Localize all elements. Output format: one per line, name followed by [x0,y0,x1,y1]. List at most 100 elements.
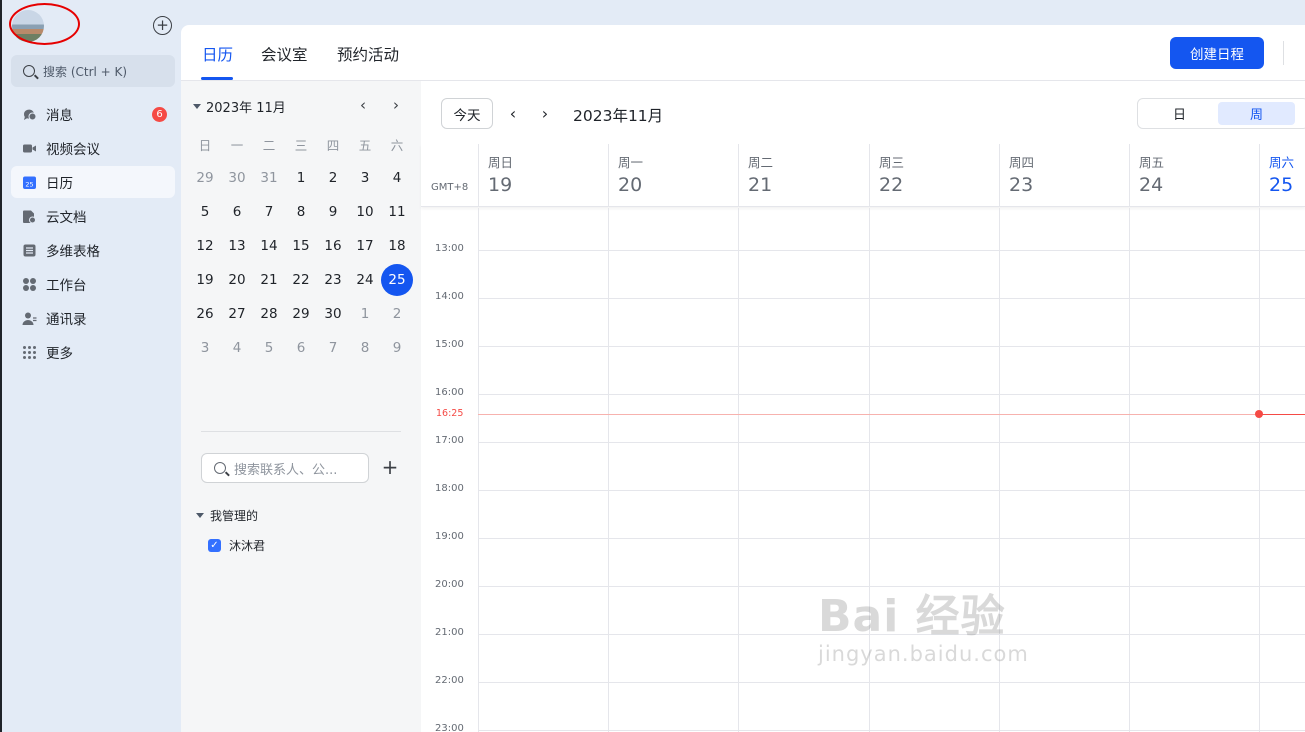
current-period: 2023年11月 [573,107,664,125]
mini-day[interactable]: 8 [349,331,381,365]
calendar-icon: 25 [22,175,37,190]
mini-day[interactable]: 5 [189,195,221,229]
day-number: 24 [1139,174,1164,196]
tab-booking[interactable]: 预约活动 [337,43,399,65]
mini-day[interactable]: 7 [253,195,285,229]
mini-day[interactable]: 3 [189,331,221,365]
column-divider [738,208,739,732]
sidebar-item-workplace[interactable]: 工作台 [11,268,175,300]
global-search-input[interactable]: 搜索 (Ctrl + K) [11,55,175,87]
week-row: 3456789 [189,331,413,365]
hour-line [478,490,1305,491]
mini-day[interactable]: 13 [221,229,253,263]
mini-day[interactable]: 31 [253,161,285,195]
mini-day[interactable]: 24 [349,263,381,297]
mini-day[interactable]: 9 [317,195,349,229]
sidebar-item-base[interactable]: 多维表格 [11,234,175,266]
mini-day[interactable]: 14 [253,229,285,263]
mini-day[interactable]: 15 [285,229,317,263]
next-week-icon[interactable]: › [535,103,555,123]
hour-label: 17:00 [435,435,464,446]
active-tab-indicator [201,77,233,80]
view-week-option[interactable]: 周 [1218,102,1295,125]
sidebar-item-label: 视频会议 [46,142,100,158]
create-event-button[interactable]: 创建日程 [1170,37,1264,69]
mini-calendar-panel: 2023年 11月 ‹ › 日一二三四五六 29 30 31 1 2 3 4 5 6 7 8 9 10 11… [181,81,421,732]
mini-day[interactable]: 17 [349,229,381,263]
week-row: 5 6 7 8 9 10 11 [189,195,413,229]
mini-day[interactable]: 6 [221,195,253,229]
mini-day[interactable]: 19 [189,263,221,297]
sidebar-item-contacts[interactable]: 通讯录 [11,302,175,334]
video-camera-icon [22,141,37,156]
column-divider [1129,208,1130,732]
sidebar-item-docs[interactable]: 云文档 [11,200,175,232]
day-column-header[interactable]: 周四 23 [999,144,1129,207]
mini-day-today[interactable]: 25 [381,263,413,297]
weekday-label: 四 [326,137,340,153]
day-number: 22 [879,174,904,196]
day-column-header[interactable]: 周六 25 [1259,144,1305,207]
mini-day[interactable]: 21 [253,263,285,297]
mini-day[interactable]: 18 [381,229,413,263]
managed-section-header[interactable]: 我管理的 [196,507,258,524]
day-column-header[interactable]: 周日 19 [478,144,608,207]
prev-week-icon[interactable]: ‹ [503,103,523,123]
sidebar-item-label: 消息 [46,108,73,124]
day-name: 周五 [1139,155,1165,170]
mini-day[interactable]: 26 [189,297,221,331]
mini-day[interactable]: 6 [285,331,317,365]
tab-calendar[interactable]: 日历 [202,43,233,65]
mini-day[interactable]: 4 [381,161,413,195]
sidebar-item-calendar[interactable]: 25 日历 [11,166,175,198]
mini-calendar-title[interactable]: 2023年 11月 [193,97,286,116]
mini-day[interactable]: 1 [285,161,317,195]
week-row: 29 30 31 1 2 3 4 [189,161,413,195]
mini-day[interactable]: 4 [221,331,253,365]
mini-day[interactable]: 20 [221,263,253,297]
mini-day[interactable]: 2 [381,297,413,331]
mini-day[interactable]: 11 [381,195,413,229]
day-column-header[interactable]: 周五 24 [1129,144,1259,207]
add-icon[interactable]: + [153,16,172,35]
mini-day[interactable]: 29 [285,297,317,331]
mini-day[interactable]: 30 [221,161,253,195]
sidebar-item-more[interactable]: 更多 [11,336,175,368]
today-button[interactable]: 今天 [441,98,493,129]
mini-day[interactable]: 29 [189,161,221,195]
sidebar-item-label: 通讯录 [46,312,87,328]
contact-search-input[interactable]: 搜索联系人、公... [201,453,369,483]
sidebar-item-label: 工作台 [46,278,87,294]
mini-day[interactable]: 9 [381,331,413,365]
mini-day[interactable]: 22 [285,263,317,297]
sidebar-item-video-meeting[interactable]: 视频会议 [11,132,175,164]
managed-section-title: 我管理的 [210,509,259,523]
calendar-checkbox[interactable]: ✓ [208,539,221,552]
more-dots-icon [22,345,37,360]
mini-day[interactable]: 10 [349,195,381,229]
day-column-header[interactable]: 周二 21 [738,144,868,207]
mini-day[interactable]: 27 [221,297,253,331]
mini-day[interactable]: 1 [349,297,381,331]
mini-day[interactable]: 2 [317,161,349,195]
sidebar-item-label: 更多 [46,346,73,362]
view-day-option[interactable]: 日 [1141,102,1218,125]
mini-day[interactable]: 8 [285,195,317,229]
mini-day[interactable]: 23 [317,263,349,297]
mini-day[interactable]: 12 [189,229,221,263]
prev-month-icon[interactable]: ‹ [353,95,373,115]
mini-day[interactable]: 16 [317,229,349,263]
mini-day[interactable]: 3 [349,161,381,195]
add-calendar-icon[interactable]: + [380,457,400,477]
calendar-list-item[interactable]: ✓ 沐沐君 [208,537,265,554]
next-month-icon[interactable]: › [386,95,406,115]
sidebar-item-messages[interactable]: 消息 6 [11,98,175,130]
day-column-header[interactable]: 周三 22 [869,144,999,207]
mini-day[interactable]: 28 [253,297,285,331]
mini-day[interactable]: 30 [317,297,349,331]
mini-day[interactable]: 5 [253,331,285,365]
day-column-header[interactable]: 周一 20 [608,144,738,207]
mini-day[interactable]: 7 [317,331,349,365]
collapse-caret-icon [196,513,204,518]
tab-meeting-rooms[interactable]: 会议室 [261,43,308,65]
